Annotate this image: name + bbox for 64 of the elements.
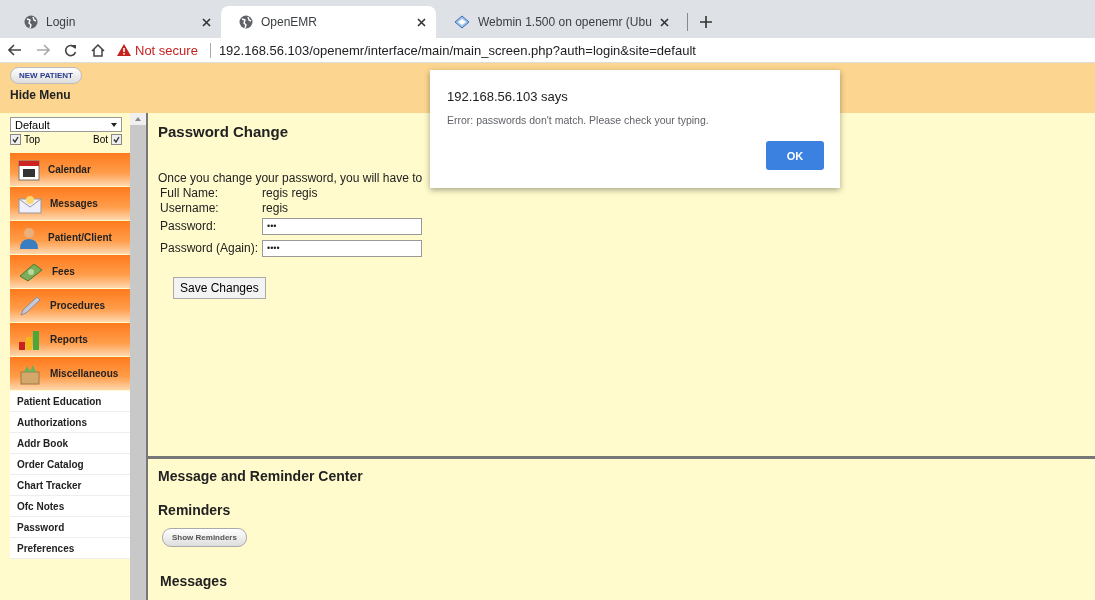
warning-icon	[117, 44, 131, 56]
menu-link[interactable]: Chart Tracker	[10, 475, 130, 496]
close-icon[interactable]	[417, 17, 426, 27]
page-title: Password Change	[158, 123, 290, 140]
field-value: regis	[260, 200, 425, 215]
menu-button[interactable]: Procedures	[10, 289, 130, 322]
menu-link[interactable]: Preferences	[10, 538, 130, 559]
field-value: regis regis	[261, 185, 319, 200]
dialog-message: Error: passwords don't match. Please check your typing.	[447, 114, 710, 126]
section-title: Message and Reminder Center	[158, 468, 364, 484]
field-label: Username:	[159, 200, 220, 215]
section-title: Reminders	[158, 502, 232, 518]
checkbox-label: Top	[24, 134, 41, 145]
menu-button[interactable]: Miscellaneous	[10, 357, 130, 390]
globe-icon	[239, 15, 253, 29]
menu-button[interactable]: Patient/Client	[10, 221, 130, 254]
menu-button[interactable]: Messages	[10, 187, 130, 220]
intro-text: Once you change your password, you will have to	[158, 171, 424, 185]
browser-tab[interactable]: OpenEMR	[221, 6, 436, 38]
home-icon[interactable]	[91, 43, 105, 57]
scrollbar[interactable]	[130, 113, 146, 600]
webmin-icon	[454, 15, 470, 29]
scroll-up-icon[interactable]	[130, 113, 146, 125]
checkbox[interactable]	[10, 134, 21, 145]
section-title: Messages	[160, 573, 228, 589]
back-icon[interactable]	[8, 44, 22, 56]
checkbox-label: Bot	[93, 134, 108, 145]
field-label: Password (Again):	[159, 240, 260, 257]
close-icon[interactable]	[202, 17, 211, 27]
menu-link[interactable]: Password	[10, 517, 130, 538]
menu-button[interactable]: Reports	[10, 323, 130, 356]
envelope-icon	[18, 193, 42, 214]
close-icon[interactable]	[659, 17, 669, 27]
globe-icon	[24, 15, 38, 29]
address-field[interactable]: 192.168.56.103/openemr/interface/main/main_screen.php?auth=login&site=default	[209, 42, 696, 58]
browser-tab[interactable]: Webmin 1.500 on openemr (Ubu	[436, 6, 679, 38]
menu-button[interactable]: Calendar	[10, 153, 130, 186]
hide-menu-link[interactable]: Hide Menu	[10, 88, 71, 102]
reload-icon[interactable]	[64, 43, 77, 57]
bar-chart-icon	[18, 328, 42, 351]
menu-button[interactable]: Fees	[10, 255, 130, 288]
ok-button[interactable]: OK	[766, 141, 824, 170]
menu-link[interactable]: Patient Education	[10, 391, 130, 412]
password-field[interactable]: •••	[262, 217, 423, 235]
dropdown-icon	[111, 122, 117, 127]
browser-tab[interactable]: Login	[6, 6, 221, 38]
calendar-icon	[18, 158, 40, 181]
field-label: Full Name:	[159, 185, 219, 200]
menu-link[interactable]: Ofc Notes	[10, 496, 130, 517]
dialog-title: 192.168.56.103 says	[447, 89, 569, 104]
security-label[interactable]: Not secure	[135, 42, 198, 58]
menu-link[interactable]: Authorizations	[10, 412, 130, 433]
password-field[interactable]: ••••	[262, 239, 423, 257]
save-button[interactable]: Save Changes	[173, 277, 266, 299]
person-icon	[18, 225, 40, 250]
show-reminders-button[interactable]: Show Reminders	[162, 528, 247, 547]
field-label: Password:	[159, 218, 218, 235]
checkbox[interactable]	[111, 134, 122, 145]
layout-select[interactable]: Default	[10, 117, 122, 132]
new-patient-button[interactable]: NEW PATIENT	[10, 67, 82, 84]
menu-link[interactable]: Addr Book	[10, 433, 130, 454]
money-icon	[18, 261, 44, 282]
pen-icon	[18, 294, 42, 317]
menu-link[interactable]: Order Catalog	[10, 454, 130, 475]
